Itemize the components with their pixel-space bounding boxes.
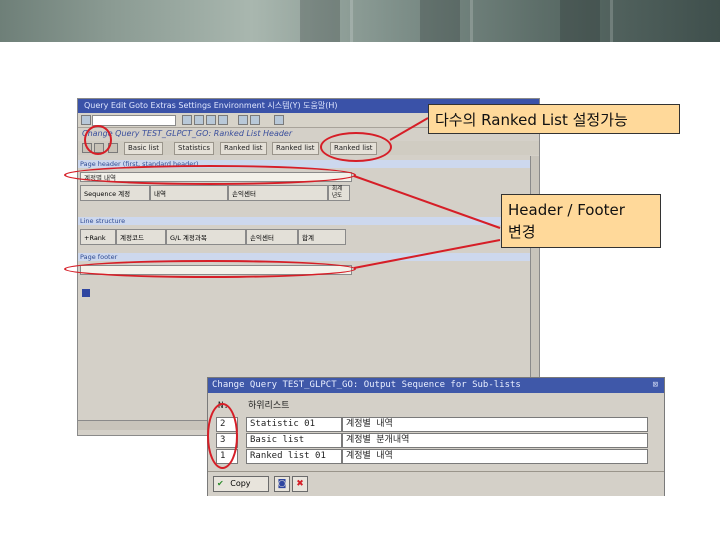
dialog-title: Change Query TEST_GLPCT_GO: Output Seque…: [208, 378, 664, 393]
connector-ranked: [389, 117, 429, 141]
highlight-oval-sequence: [207, 403, 238, 469]
callout-ranked-list: 다수의 Ranked List 설정가능: [428, 104, 680, 134]
row-3-name: Ranked list 01: [246, 449, 342, 464]
callout-header-footer: Header / Footer 변경: [501, 194, 661, 248]
row-1-desc: 계정별 내역: [342, 417, 648, 432]
dialog-title-text: Change Query TEST_GLPCT_GO: Output Seque…: [212, 380, 521, 390]
connector-footer: [353, 239, 501, 269]
cancel-icon[interactable]: ✖: [292, 476, 308, 492]
callout-header-footer-line2: 변경: [508, 223, 536, 241]
row-2-desc: 계정별 분개내역: [342, 433, 648, 448]
find-icon[interactable]: ◙: [274, 476, 290, 492]
output-sequence-dialog: Change Query TEST_GLPCT_GO: Output Seque…: [207, 377, 665, 496]
callout-header-footer-line1: Header / Footer: [508, 201, 625, 219]
row-1-name: Statistic 01: [246, 417, 342, 432]
row-2-name: Basic list: [246, 433, 342, 448]
dialog-footer: ✔ Copy ◙ ✖: [208, 471, 664, 496]
row-3-desc: 계정별 내역: [342, 449, 648, 464]
column-header-sublist: 하위리스트: [248, 401, 290, 411]
copy-button[interactable]: ✔ Copy: [213, 476, 269, 492]
check-icon: ✔: [217, 479, 224, 488]
connector-header: [353, 175, 501, 229]
dialog-close-icon[interactable]: ⊠: [653, 378, 658, 393]
copy-button-label: Copy: [230, 479, 251, 488]
